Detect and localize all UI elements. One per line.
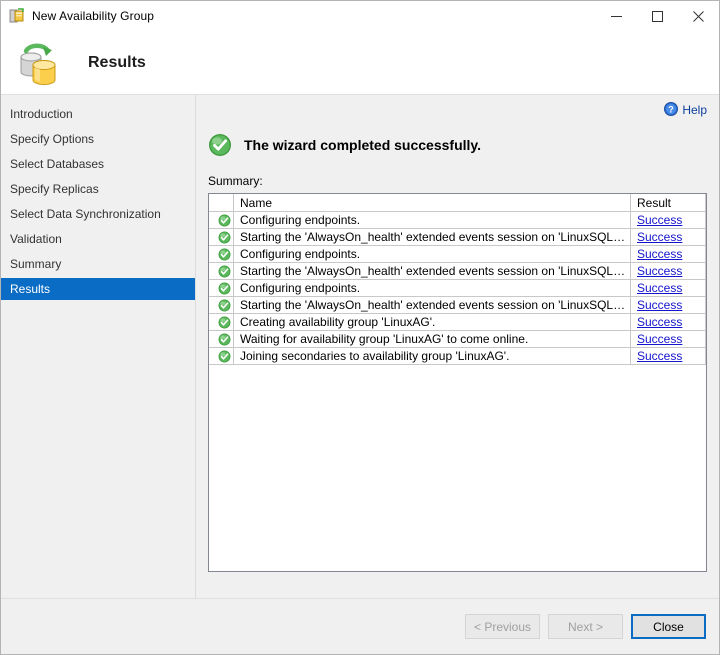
cell-result: Success [630, 228, 706, 246]
column-header-icon[interactable] [209, 194, 234, 212]
table-row[interactable]: Starting the 'AlwaysOn_health' extended … [209, 262, 706, 280]
table-row[interactable]: Creating availability group 'LinuxAG'. Su… [209, 313, 706, 331]
sidebar-item-validation[interactable]: Validation [1, 228, 195, 250]
result-link[interactable]: Success [637, 230, 682, 244]
previous-button[interactable]: < Previous [465, 614, 540, 639]
help-question-icon: ? [664, 101, 679, 119]
column-header-name[interactable]: Name [233, 194, 631, 212]
wizard-nav-sidebar: Introduction Specify Options Select Data… [1, 95, 196, 598]
cell-name: Configuring endpoints. [233, 211, 631, 229]
maximize-icon [652, 10, 663, 22]
page-title: Results [88, 53, 146, 71]
success-check-icon [209, 211, 234, 229]
close-icon [693, 10, 704, 22]
cell-name: Joining secondaries to availability grou… [233, 347, 631, 365]
svg-text:?: ? [669, 104, 675, 114]
page-header: Results [1, 31, 719, 94]
help-label: Help [682, 103, 707, 117]
cell-result: Success [630, 347, 706, 365]
success-check-icon [209, 262, 234, 280]
table-row[interactable]: Configuring endpoints. Success [209, 245, 706, 263]
table-row[interactable]: Configuring endpoints. Success [209, 211, 706, 229]
next-button[interactable]: Next > [548, 614, 623, 639]
result-link[interactable]: Success [637, 213, 682, 227]
close-wizard-button[interactable]: Close [631, 614, 706, 639]
cell-result: Success [630, 245, 706, 263]
result-link[interactable]: Success [637, 349, 682, 363]
status-text: The wizard completed successfully. [244, 137, 482, 153]
cell-result: Success [630, 211, 706, 229]
result-link[interactable]: Success [637, 264, 682, 278]
table-header-row: Name Result [209, 194, 706, 212]
sidebar-item-specify-replicas[interactable]: Specify Replicas [1, 178, 195, 200]
availability-group-icon [9, 8, 25, 24]
table-row[interactable]: Configuring endpoints. Success [209, 279, 706, 297]
summary-label: Summary: [208, 174, 263, 188]
cell-name: Creating availability group 'LinuxAG'. [233, 313, 631, 331]
success-check-icon [209, 313, 234, 331]
database-replication-icon [14, 39, 62, 87]
sidebar-item-results[interactable]: Results [1, 278, 195, 300]
cell-name: Starting the 'AlwaysOn_health' extended … [233, 228, 631, 246]
success-check-icon [208, 133, 232, 157]
window-body: Introduction Specify Options Select Data… [1, 94, 719, 598]
cell-name: Starting the 'AlwaysOn_health' extended … [233, 262, 631, 280]
results-grid: Name Result Configuring endpoints. Succes… [209, 194, 706, 365]
window-title: New Availability Group [32, 9, 155, 23]
results-grid-body: Configuring endpoints. Success Starting th… [209, 211, 706, 365]
sidebar-item-specify-options[interactable]: Specify Options [1, 128, 195, 150]
cell-result: Success [630, 296, 706, 314]
help-link[interactable]: ? Help [664, 101, 707, 119]
success-check-icon [209, 296, 234, 314]
cell-result: Success [630, 279, 706, 297]
success-check-icon [209, 245, 234, 263]
cell-result: Success [630, 262, 706, 280]
result-link[interactable]: Success [637, 281, 682, 295]
cell-name: Configuring endpoints. [233, 245, 631, 263]
minimize-icon [611, 15, 622, 17]
results-grid-container[interactable]: Name Result Configuring endpoints. Succes… [208, 193, 707, 572]
wizard-footer: < Previous Next > Close [1, 598, 719, 654]
results-content-panel: ? Help The wizard completed successfully… [196, 95, 719, 598]
sidebar-item-select-data-synchronization[interactable]: Select Data Synchronization [1, 203, 195, 225]
sidebar-item-select-databases[interactable]: Select Databases [1, 153, 195, 175]
success-check-icon [209, 279, 234, 297]
new-availability-group-window: New Availability Group Results Introduct… [0, 0, 720, 655]
results-grid-header: Name Result [209, 194, 706, 212]
success-check-icon [209, 228, 234, 246]
cell-result: Success [630, 313, 706, 331]
title-bar: New Availability Group [1, 1, 719, 31]
result-link[interactable]: Success [637, 332, 682, 346]
window-controls [596, 1, 719, 31]
table-row[interactable]: Starting the 'AlwaysOn_health' extended … [209, 296, 706, 314]
sidebar-item-summary[interactable]: Summary [1, 253, 195, 275]
close-button[interactable] [678, 1, 719, 31]
success-check-icon [209, 330, 234, 348]
result-link[interactable]: Success [637, 315, 682, 329]
sidebar-item-introduction[interactable]: Introduction [1, 103, 195, 125]
status-row: The wizard completed successfully. [196, 133, 719, 157]
table-row[interactable]: Waiting for availability group 'LinuxAG'… [209, 330, 706, 348]
minimize-button[interactable] [596, 1, 637, 31]
result-link[interactable]: Success [637, 247, 682, 261]
result-link[interactable]: Success [637, 298, 682, 312]
cell-name: Configuring endpoints. [233, 279, 631, 297]
column-header-result[interactable]: Result [630, 194, 706, 212]
cell-name: Starting the 'AlwaysOn_health' extended … [233, 296, 631, 314]
help-row: ? Help [196, 95, 719, 121]
cell-result: Success [630, 330, 706, 348]
table-row[interactable]: Joining secondaries to availability grou… [209, 347, 706, 365]
success-check-icon [209, 347, 234, 365]
maximize-button[interactable] [637, 1, 678, 31]
cell-name: Waiting for availability group 'LinuxAG'… [233, 330, 631, 348]
table-row[interactable]: Starting the 'AlwaysOn_health' extended … [209, 228, 706, 246]
